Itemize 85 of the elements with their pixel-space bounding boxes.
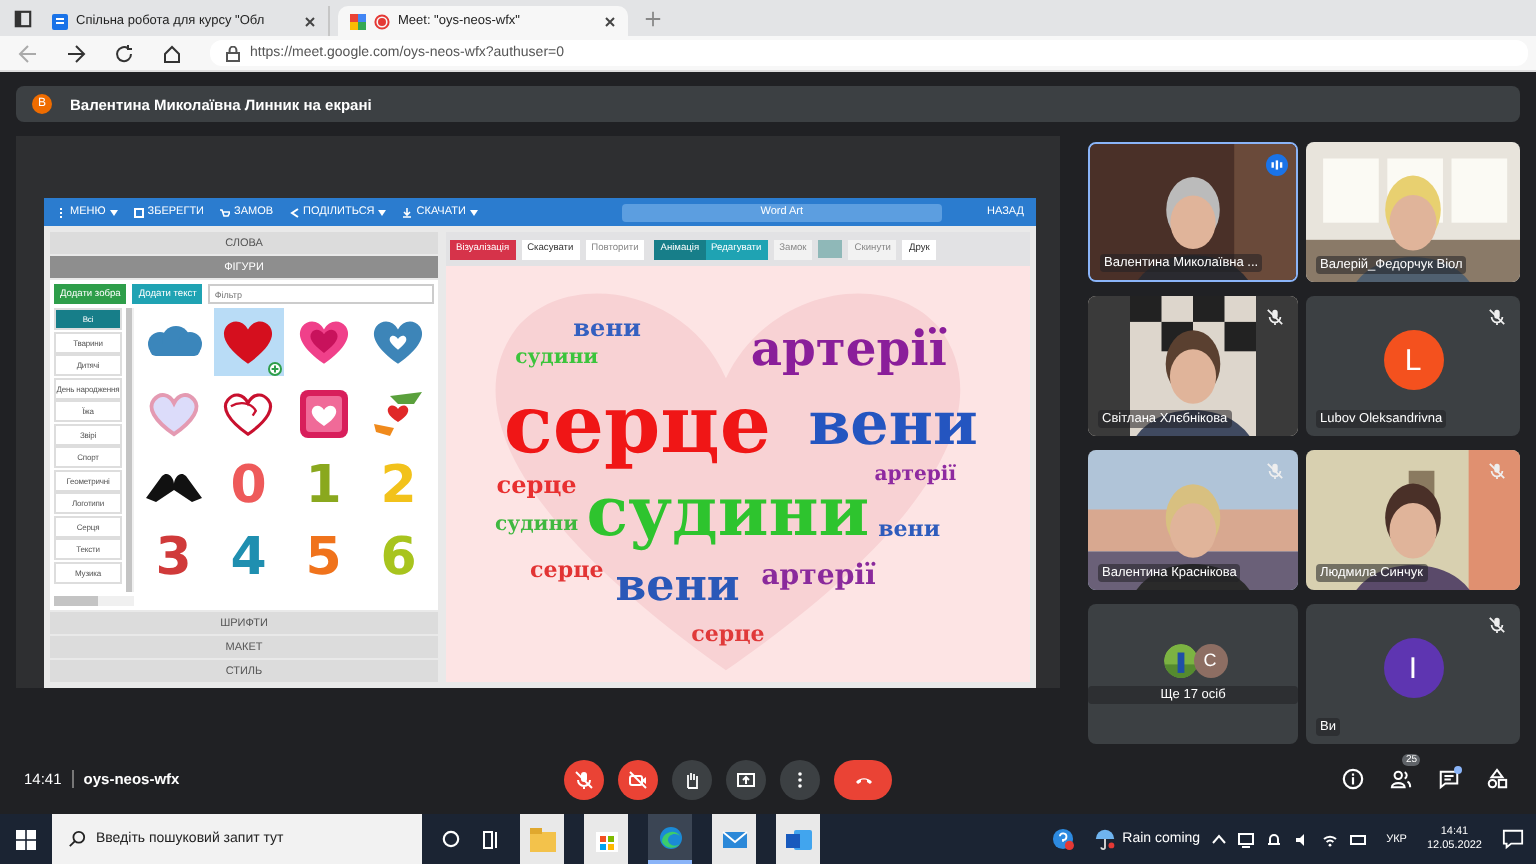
home-icon[interactable] — [162, 43, 182, 63]
meet-icon — [350, 13, 366, 29]
mic-button[interactable] — [564, 759, 604, 799]
close-icon[interactable] — [304, 15, 316, 27]
umbrella-icon — [1094, 828, 1117, 850]
mic-off-icon — [574, 769, 594, 789]
chat-icon — [1438, 768, 1460, 790]
cloud-word: артерії — [874, 464, 957, 486]
cloud-word: серце — [496, 471, 577, 500]
browser-icon — [657, 825, 683, 849]
cloud-word: судини — [495, 514, 579, 537]
save-icon — [133, 207, 144, 217]
cart-icon — [220, 207, 231, 217]
caret-icon — [469, 209, 478, 215]
word-taskbar-icon[interactable] — [776, 814, 820, 864]
shape-tile[interactable] — [213, 308, 284, 376]
hand-icon — [682, 769, 702, 789]
keyboard-icon[interactable] — [1350, 831, 1367, 847]
caret-icon — [109, 209, 118, 215]
cloud-word: артерії — [761, 559, 876, 592]
store-taskbar-icon[interactable] — [584, 814, 628, 864]
more-button[interactable] — [780, 759, 820, 799]
cloud-icon — [143, 326, 204, 358]
network-icon[interactable] — [1238, 831, 1255, 847]
windows-start-icon[interactable] — [16, 829, 36, 849]
scrollbar[interactable] — [126, 308, 134, 592]
heart-icon — [220, 388, 277, 440]
tab-actions-icon[interactable] — [14, 9, 32, 27]
cloud-word: вени — [615, 559, 740, 612]
cloud-word: судини — [515, 347, 599, 370]
info-icon — [1342, 768, 1364, 790]
cloud-word: судини — [586, 473, 870, 554]
caret-icon — [378, 209, 387, 215]
heart-icon — [370, 316, 427, 368]
activities-button[interactable] — [1486, 768, 1508, 790]
heart-icon — [220, 316, 277, 368]
people-icon — [1390, 768, 1412, 790]
task-view-icon[interactable] — [480, 829, 500, 849]
cloud-word: серце — [691, 621, 765, 648]
cloud-word: серце — [530, 556, 604, 583]
hand-button[interactable] — [672, 759, 712, 799]
wifi-icon[interactable] — [1322, 831, 1339, 847]
download-icon — [402, 207, 413, 217]
shapes-icon — [1486, 768, 1508, 790]
bell-icon[interactable] — [1266, 831, 1283, 847]
notification-icon[interactable] — [1502, 828, 1524, 850]
reload-icon[interactable] — [114, 43, 134, 63]
avatar: L — [1383, 330, 1443, 390]
add-icon[interactable] — [268, 362, 282, 376]
mail-taskbar-icon[interactable] — [712, 814, 756, 864]
speaking-icon — [1266, 154, 1288, 176]
avatar: I — [1383, 638, 1443, 698]
share-icon — [289, 207, 300, 217]
store-icon — [593, 827, 619, 851]
chevron-up-icon[interactable] — [1212, 834, 1227, 844]
document-icon — [52, 13, 68, 29]
cortana-icon[interactable] — [442, 830, 460, 848]
folder-icon — [529, 827, 555, 851]
heart-frame-icon — [297, 388, 350, 440]
document-icon — [785, 827, 811, 851]
cloud-word: вени — [573, 314, 641, 342]
scrollbar[interactable] — [54, 596, 134, 606]
info-button[interactable] — [1342, 768, 1364, 790]
heart-icon — [295, 316, 352, 368]
cloud-word: артерії — [750, 319, 947, 378]
hangup-button[interactable] — [834, 759, 892, 799]
cloud-word: вени — [878, 516, 941, 543]
forward-icon[interactable] — [66, 43, 86, 63]
cloud-word: вени — [808, 389, 978, 460]
heart-icon — [145, 388, 202, 440]
present-button[interactable] — [726, 759, 766, 799]
new-tab-icon[interactable] — [644, 9, 662, 27]
cloud-word: серце — [503, 377, 771, 472]
edge-taskbar-icon[interactable] — [648, 814, 692, 864]
chat-button[interactable] — [1438, 768, 1460, 790]
mail-icon — [721, 827, 747, 851]
camera-button[interactable] — [618, 759, 658, 799]
color-swatch[interactable] — [818, 240, 843, 258]
search-icon — [68, 830, 86, 848]
present-screen-icon — [736, 769, 756, 789]
help-icon[interactable] — [1052, 828, 1075, 850]
avatar: C — [1193, 643, 1227, 677]
camera-off-icon — [628, 769, 648, 789]
close-icon[interactable] — [604, 15, 616, 27]
lock-icon — [226, 45, 240, 61]
